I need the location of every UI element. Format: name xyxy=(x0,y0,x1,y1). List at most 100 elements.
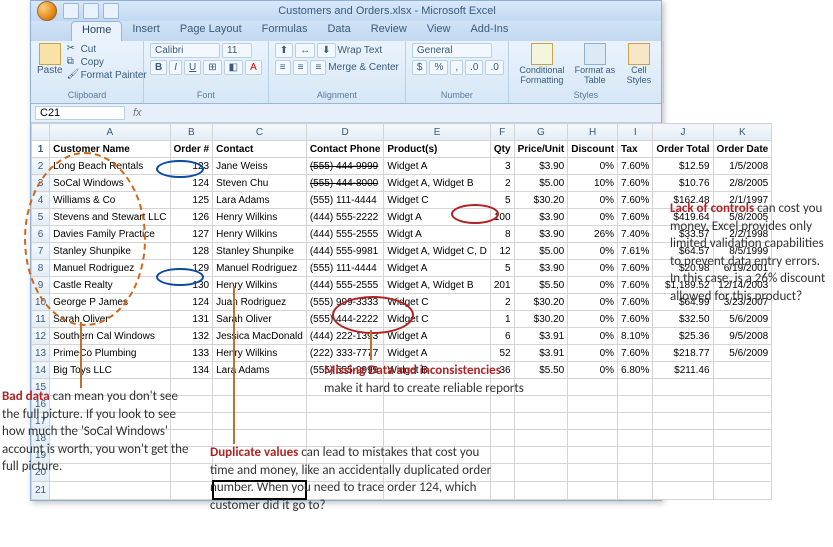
cell[interactable]: (444) 555-2555 xyxy=(306,277,384,294)
cell[interactable]: $211.46 xyxy=(653,362,713,379)
border-button[interactable]: ⊞ xyxy=(203,60,221,75)
format-as-table-button[interactable]: Format as Table xyxy=(573,43,617,85)
cell[interactable]: PrimeCo Plumbing xyxy=(50,345,170,362)
cell[interactable]: Widgt A xyxy=(384,209,490,226)
row-header-1[interactable]: 1 xyxy=(32,141,50,158)
cell[interactable] xyxy=(514,481,568,499)
cell[interactable]: 132 xyxy=(170,328,213,345)
cell[interactable]: 26% xyxy=(568,226,618,243)
cell[interactable]: Juan Rodriguez xyxy=(213,294,307,311)
cell[interactable]: $30.20 xyxy=(514,294,568,311)
tab-formulas[interactable]: Formulas xyxy=(252,21,318,41)
row-header-2[interactable]: 2 xyxy=(32,158,50,175)
header-cell-J[interactable]: Order Total xyxy=(653,141,713,158)
cell[interactable] xyxy=(568,464,618,482)
cell[interactable]: 6 xyxy=(490,328,514,345)
cell[interactable]: $3.90 xyxy=(514,209,568,226)
cell[interactable]: (555) 444-9999 xyxy=(306,158,384,175)
cell[interactable]: 52 xyxy=(490,345,514,362)
cell[interactable]: 6.80% xyxy=(618,362,653,379)
header-cell-A[interactable]: Customer Name xyxy=(50,141,170,158)
cell[interactable]: 7.60% xyxy=(618,192,653,209)
cell[interactable]: 127 xyxy=(170,226,213,243)
cell[interactable]: 7.60% xyxy=(618,294,653,311)
cell[interactable] xyxy=(653,481,713,499)
cell[interactable]: (444) 555-2555 xyxy=(306,226,384,243)
cell[interactable] xyxy=(568,447,618,464)
cell[interactable]: Southern Cal Windows xyxy=(50,328,170,345)
cell[interactable] xyxy=(653,430,713,447)
cell[interactable]: Widget C xyxy=(384,192,490,209)
table-row[interactable]: 13PrimeCo Plumbing133Henry Wilkins(222) … xyxy=(32,345,772,362)
cell[interactable] xyxy=(653,379,713,396)
cell[interactable]: (555) 111-4444 xyxy=(306,260,384,277)
cell[interactable]: 7.60% xyxy=(618,209,653,226)
cell[interactable] xyxy=(514,447,568,464)
cell[interactable]: (444) 555-2222 xyxy=(306,209,384,226)
cell[interactable]: Stevens and Stewart LLC xyxy=(50,209,170,226)
cell[interactable] xyxy=(713,396,772,413)
cell[interactable] xyxy=(713,379,772,396)
conditional-formatting-button[interactable]: Conditional Formatting xyxy=(515,43,569,85)
cell[interactable]: Big Toys LLC xyxy=(50,362,170,379)
align-left-button[interactable]: ≡ xyxy=(275,60,291,75)
cell[interactable]: $218.77 xyxy=(653,345,713,362)
cell[interactable]: Jessica MacDonald xyxy=(213,328,307,345)
table-row[interactable]: 3SoCal Windows124Steven Chu(555) 444-800… xyxy=(32,175,772,192)
cell[interactable]: Widgt A xyxy=(384,226,490,243)
cell[interactable]: Long Beach Rentals xyxy=(50,158,170,175)
col-header-H[interactable]: H xyxy=(568,124,618,141)
col-header-I[interactable]: I xyxy=(618,124,653,141)
cell[interactable] xyxy=(618,396,653,413)
table-row[interactable]: 5Stevens and Stewart LLC126Henry Wilkins… xyxy=(32,209,772,226)
row-header-5[interactable]: 5 xyxy=(32,209,50,226)
cell[interactable]: Sarah Oliver xyxy=(50,311,170,328)
cell[interactable]: 0% xyxy=(568,277,618,294)
cell[interactable] xyxy=(514,464,568,482)
cut-button[interactable]: ✂Cut xyxy=(67,43,147,55)
select-all-button[interactable] xyxy=(32,124,50,141)
table-row[interactable]: 4Williams & Co125Lara Adams(555) 111-444… xyxy=(32,192,772,209)
align-top-button[interactable]: ⬆ xyxy=(275,43,293,58)
cell[interactable]: $30.20 xyxy=(514,311,568,328)
tab-review[interactable]: Review xyxy=(361,21,417,41)
bold-button[interactable]: B xyxy=(150,60,167,75)
cell[interactable]: $3.90 xyxy=(514,226,568,243)
cell[interactable]: Manuel Rodriguez xyxy=(50,260,170,277)
cell[interactable]: 7.61% xyxy=(618,243,653,260)
row-header-9[interactable]: 9 xyxy=(32,277,50,294)
fill-color-button[interactable]: ◧ xyxy=(224,60,243,75)
cell[interactable]: 0% xyxy=(568,311,618,328)
cell[interactable]: 128 xyxy=(170,243,213,260)
cell[interactable]: 1/5/2008 xyxy=(713,158,772,175)
cell[interactable]: (555) 111-4444 xyxy=(306,192,384,209)
cell[interactable]: 5 xyxy=(490,192,514,209)
tab-home[interactable]: Home xyxy=(71,21,122,41)
decrease-decimal-button[interactable]: .0 xyxy=(485,60,503,75)
cell[interactable] xyxy=(713,413,772,430)
align-middle-button[interactable]: ↔ xyxy=(295,43,315,58)
cell[interactable]: 2 xyxy=(490,175,514,192)
column-header-row[interactable]: A B C D E F G H I J K xyxy=(32,124,772,141)
cell[interactable] xyxy=(514,430,568,447)
cell[interactable] xyxy=(618,481,653,499)
table-row[interactable]: 7Stanley Shunpike128Stanley Shunpike(444… xyxy=(32,243,772,260)
cell[interactable] xyxy=(170,481,213,499)
cell[interactable]: Manuel Rodriguez xyxy=(213,260,307,277)
cell[interactable]: 0% xyxy=(568,192,618,209)
cell[interactable]: $5.50 xyxy=(514,277,568,294)
tab-data[interactable]: Data xyxy=(317,21,360,41)
row-header-13[interactable]: 13 xyxy=(32,345,50,362)
cell[interactable]: $30.20 xyxy=(514,192,568,209)
cell[interactable] xyxy=(50,481,170,499)
row-header-10[interactable]: 10 xyxy=(32,294,50,311)
col-header-C[interactable]: C xyxy=(213,124,307,141)
cell[interactable]: 7.60% xyxy=(618,158,653,175)
cell[interactable] xyxy=(618,413,653,430)
cell[interactable]: 7.40% xyxy=(618,226,653,243)
cell[interactable]: $3.90 xyxy=(514,260,568,277)
cell[interactable]: 2 xyxy=(490,294,514,311)
cell[interactable] xyxy=(618,379,653,396)
name-box[interactable]: C21 xyxy=(35,106,125,120)
cell[interactable]: (555) 444-8000 xyxy=(306,175,384,192)
